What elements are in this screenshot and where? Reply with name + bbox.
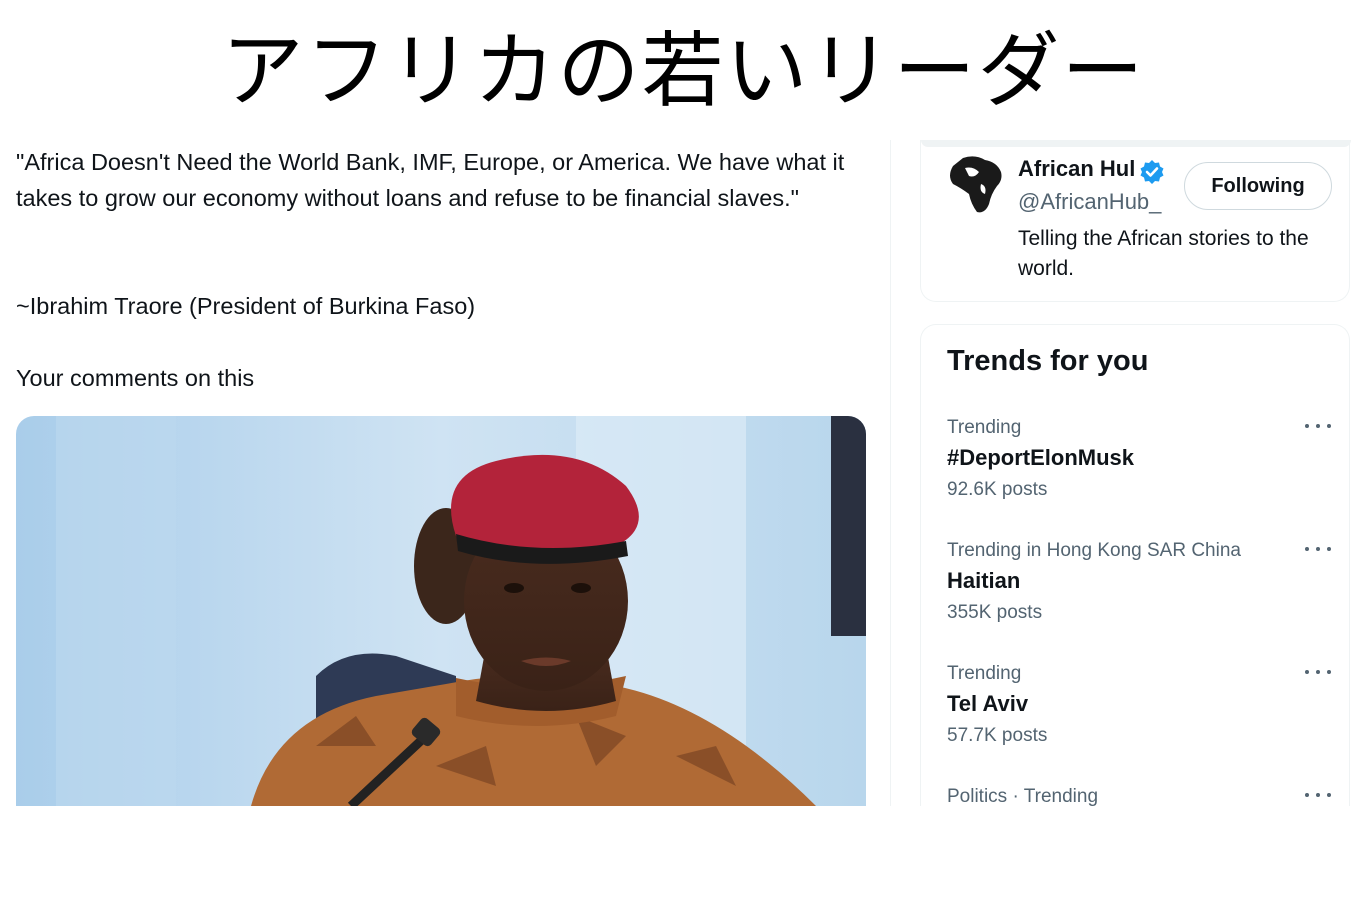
trends-panel: Trends for you Trending #DeportElonMusk …: [920, 324, 1350, 806]
trend-item[interactable]: Trending Tel Aviv 57.7K posts: [921, 663, 1349, 786]
tweet-attribution: ~Ibrahim Traore (President of Burkina Fa…: [16, 293, 476, 319]
trend-name: #DeportElonMusk: [947, 445, 1135, 470]
trend-context: Trending: [947, 663, 1022, 684]
tweet-quote: "Africa Doesn't Need the World Bank, IMF…: [16, 149, 845, 211]
trend-context: Trending in Hong Kong SAR China: [947, 540, 1241, 561]
profile-display-name[interactable]: African Hul: [1018, 156, 1135, 182]
profile-handle[interactable]: @AfricanHub_: [1018, 189, 1161, 215]
president-portrait-image: [16, 416, 866, 806]
trend-item[interactable]: Politics · Trending: [921, 786, 1349, 806]
tweet-comment-prompt: Your comments on this: [16, 365, 255, 391]
africa-map-avatar[interactable]: [945, 154, 1005, 216]
profile-bio: Telling the African stories to the world…: [1018, 227, 1309, 280]
trend-post-count: 92.6K posts: [947, 479, 1048, 500]
more-options-icon[interactable]: [1305, 788, 1331, 802]
trend-item[interactable]: Trending in Hong Kong SAR China Haitian …: [921, 540, 1349, 663]
column-divider: [890, 140, 891, 806]
trend-context: Trending: [947, 417, 1022, 438]
page-banner-title: アフリカの若いリーダー: [221, 24, 1146, 119]
trend-item[interactable]: Trending #DeportElonMusk 92.6K posts: [921, 417, 1349, 540]
profile-card: African Hul @AfricanHub_ Telling the Afr…: [920, 140, 1351, 302]
tweet-photo[interactable]: [16, 416, 866, 806]
more-options-icon[interactable]: [1305, 542, 1331, 556]
more-options-icon[interactable]: [1305, 419, 1331, 433]
trend-post-count: 57.7K posts: [947, 725, 1048, 746]
trend-context: Politics · Trending: [947, 786, 1099, 806]
verified-badge-icon: [1140, 160, 1164, 184]
trends-title: Trends for you: [947, 345, 1149, 377]
trend-name: Haitian: [947, 568, 1021, 593]
more-options-icon[interactable]: [1305, 665, 1331, 679]
trend-name: Tel Aviv: [947, 691, 1029, 716]
trend-post-count: 355K posts: [947, 602, 1043, 623]
following-button[interactable]: Following: [1184, 162, 1332, 210]
